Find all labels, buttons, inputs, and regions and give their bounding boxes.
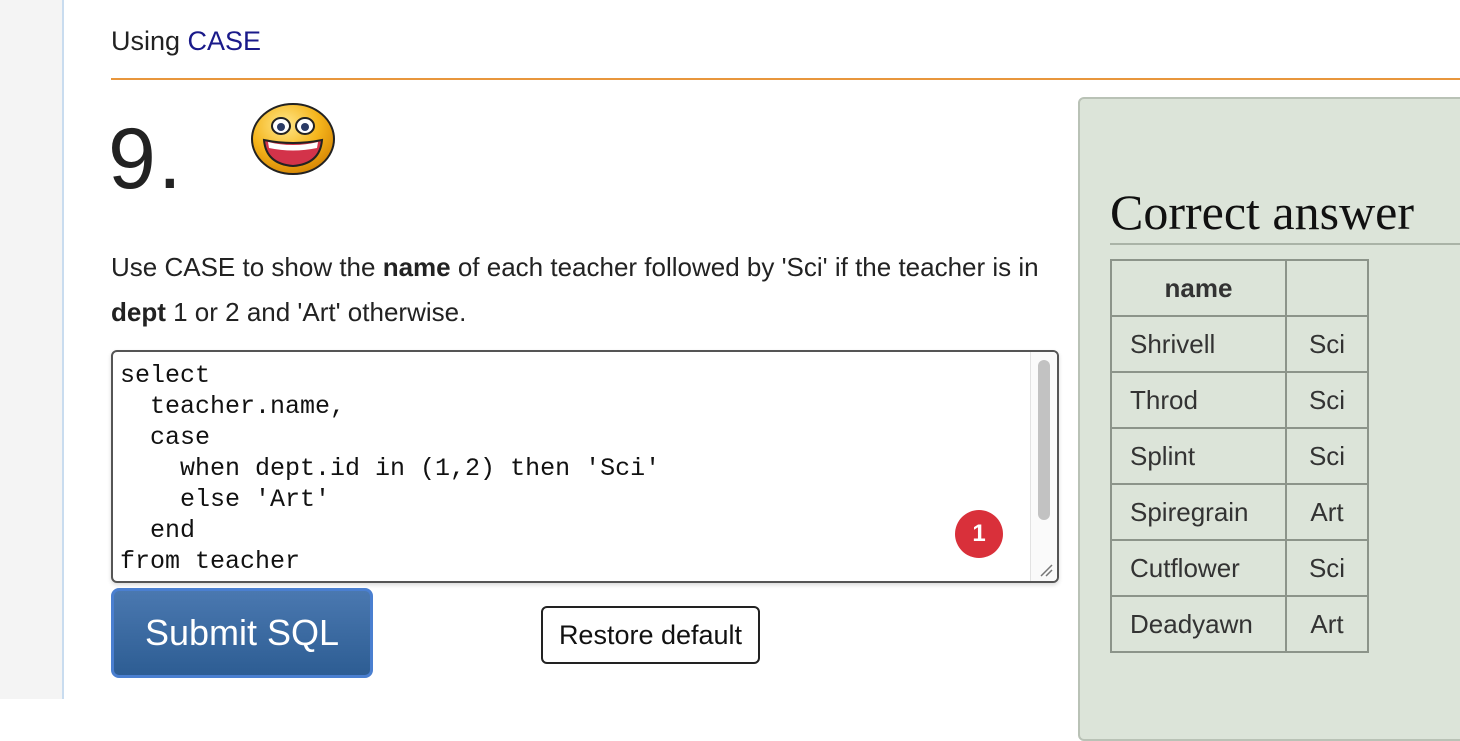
error-count-badge: 1 xyxy=(955,510,1003,558)
question-bold-dept: dept xyxy=(111,297,166,327)
left-gutter xyxy=(0,0,64,699)
question-text-part-3: 1 or 2 and 'Art' otherwise. xyxy=(165,297,467,327)
question-bold-name: name xyxy=(382,252,451,282)
answer-cell-name: Cutflower xyxy=(1110,539,1287,597)
breadcrumb-prefix: Using xyxy=(111,26,188,56)
correct-answer-panel: Correct answer name Shrivell Sci Throd Sci… xyxy=(1078,97,1460,741)
question-text-part-1: Use CASE to show the xyxy=(111,252,383,282)
answer-cell-name: Spiregrain xyxy=(1110,483,1287,541)
answer-cell-name: Splint xyxy=(1110,427,1287,485)
answer-cell-dept: Sci xyxy=(1285,315,1369,373)
submit-sql-button[interactable]: Submit SQL xyxy=(111,588,373,678)
editor-scroll-thumb[interactable] xyxy=(1038,360,1050,520)
table-row: Deadyawn Art xyxy=(1110,595,1369,653)
restore-default-button[interactable]: Restore default xyxy=(541,606,760,664)
table-row: Throd Sci xyxy=(1110,371,1369,429)
table-row: Spiregrain Art xyxy=(1110,483,1369,541)
breadcrumb: Using CASE xyxy=(111,26,261,57)
table-row: Cutflower Sci xyxy=(1110,539,1369,597)
answer-cell-dept: Sci xyxy=(1285,427,1369,485)
answer-cell-name: Shrivell xyxy=(1110,315,1287,373)
answer-cell-dept: Sci xyxy=(1285,539,1369,597)
answer-cell-dept: Sci xyxy=(1285,371,1369,429)
answer-table: name Shrivell Sci Throd Sci Splint Sci Spir… xyxy=(1110,259,1369,653)
table-row: Shrivell Sci xyxy=(1110,315,1369,373)
correct-answer-title: Correct answer xyxy=(1110,184,1415,240)
answer-table-header-row: name xyxy=(1110,259,1369,317)
answer-cell-dept: Art xyxy=(1285,483,1369,541)
question-text-part-2: of each teacher followed by 'Sci' if the… xyxy=(450,252,1039,282)
question-text: Use CASE to show the name of each teache… xyxy=(111,245,1041,335)
answer-header-blank xyxy=(1285,259,1369,317)
answer-cell-dept: Art xyxy=(1285,595,1369,653)
editor-scrollbar[interactable] xyxy=(1030,352,1057,581)
sql-editor[interactable]: select teacher.name, case when dept.id i… xyxy=(111,350,1059,583)
sql-code[interactable]: select teacher.name, case when dept.id i… xyxy=(120,360,660,577)
answer-cell-name: Throd xyxy=(1110,371,1287,429)
table-row: Splint Sci xyxy=(1110,427,1369,485)
breadcrumb-link-case[interactable]: CASE xyxy=(188,26,262,56)
laughing-smiley-icon xyxy=(251,103,335,175)
section-divider xyxy=(111,78,1460,80)
resize-grip-icon[interactable] xyxy=(1039,563,1053,577)
answer-header-name: name xyxy=(1110,259,1287,317)
question-number: 9. xyxy=(108,111,184,207)
answer-title-rule xyxy=(1110,243,1460,245)
answer-cell-name: Deadyawn xyxy=(1110,595,1287,653)
